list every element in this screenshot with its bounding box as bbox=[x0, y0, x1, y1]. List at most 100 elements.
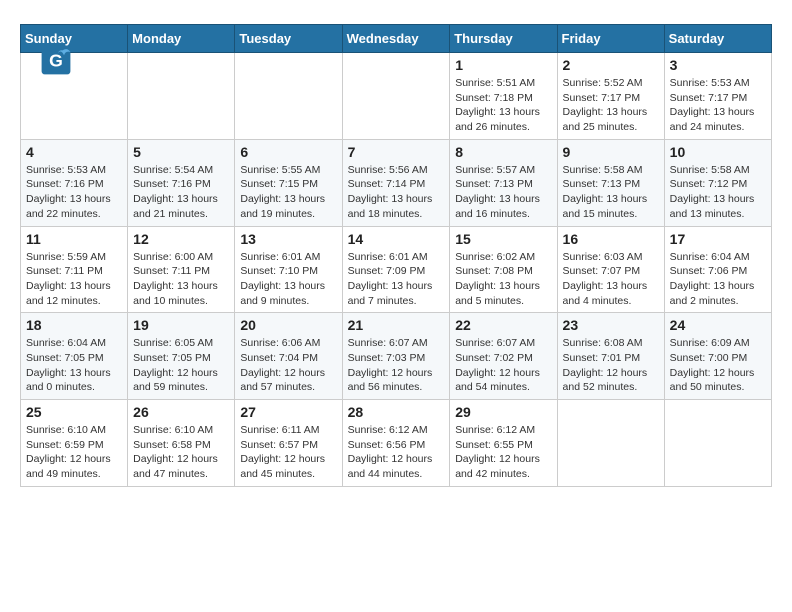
calendar-cell: 19 Sunrise: 6:05 AMSunset: 7:05 PMDayligh… bbox=[128, 313, 235, 400]
weekday-header-friday: Friday bbox=[557, 25, 664, 53]
day-info: Sunrise: 5:51 AMSunset: 7:18 PMDaylight:… bbox=[455, 76, 551, 135]
calendar-cell: 6 Sunrise: 5:55 AMSunset: 7:15 PMDaylight… bbox=[235, 139, 342, 226]
day-number: 2 bbox=[563, 57, 659, 73]
day-number: 29 bbox=[455, 404, 551, 420]
day-number: 12 bbox=[133, 231, 229, 247]
calendar-cell bbox=[342, 53, 450, 140]
calendar-cell: 3 Sunrise: 5:53 AMSunset: 7:17 PMDaylight… bbox=[664, 53, 771, 140]
day-info: Sunrise: 6:09 AMSunset: 7:00 PMDaylight:… bbox=[670, 336, 766, 395]
day-number: 8 bbox=[455, 144, 551, 160]
day-info: Sunrise: 5:53 AMSunset: 7:17 PMDaylight:… bbox=[670, 76, 766, 135]
day-number: 28 bbox=[348, 404, 445, 420]
weekday-header-monday: Monday bbox=[128, 25, 235, 53]
calendar-cell bbox=[128, 53, 235, 140]
calendar-cell: 27 Sunrise: 6:11 AMSunset: 6:57 PMDayligh… bbox=[235, 400, 342, 487]
day-number: 20 bbox=[240, 317, 336, 333]
day-number: 1 bbox=[455, 57, 551, 73]
calendar-cell: 1 Sunrise: 5:51 AMSunset: 7:18 PMDaylight… bbox=[450, 53, 557, 140]
day-info: Sunrise: 6:08 AMSunset: 7:01 PMDaylight:… bbox=[563, 336, 659, 395]
calendar-cell: 26 Sunrise: 6:10 AMSunset: 6:58 PMDayligh… bbox=[128, 400, 235, 487]
calendar-cell: 16 Sunrise: 6:03 AMSunset: 7:07 PMDayligh… bbox=[557, 226, 664, 313]
calendar-cell: 2 Sunrise: 5:52 AMSunset: 7:17 PMDaylight… bbox=[557, 53, 664, 140]
day-number: 11 bbox=[26, 231, 122, 247]
day-info: Sunrise: 6:07 AMSunset: 7:03 PMDaylight:… bbox=[348, 336, 445, 395]
day-number: 16 bbox=[563, 231, 659, 247]
day-number: 4 bbox=[26, 144, 122, 160]
day-info: Sunrise: 5:57 AMSunset: 7:13 PMDaylight:… bbox=[455, 163, 551, 222]
weekday-header-tuesday: Tuesday bbox=[235, 25, 342, 53]
day-number: 24 bbox=[670, 317, 766, 333]
calendar-cell: 24 Sunrise: 6:09 AMSunset: 7:00 PMDayligh… bbox=[664, 313, 771, 400]
day-info: Sunrise: 6:12 AMSunset: 6:55 PMDaylight:… bbox=[455, 423, 551, 482]
day-number: 21 bbox=[348, 317, 445, 333]
day-info: Sunrise: 6:02 AMSunset: 7:08 PMDaylight:… bbox=[455, 250, 551, 309]
calendar-cell: 29 Sunrise: 6:12 AMSunset: 6:55 PMDayligh… bbox=[450, 400, 557, 487]
day-number: 18 bbox=[26, 317, 122, 333]
weekday-header-saturday: Saturday bbox=[664, 25, 771, 53]
calendar-cell: 18 Sunrise: 6:04 AMSunset: 7:05 PMDayligh… bbox=[21, 313, 128, 400]
day-number: 9 bbox=[563, 144, 659, 160]
day-number: 15 bbox=[455, 231, 551, 247]
day-info: Sunrise: 6:10 AMSunset: 6:59 PMDaylight:… bbox=[26, 423, 122, 482]
logo-icon: G bbox=[40, 44, 72, 76]
calendar-cell: 4 Sunrise: 5:53 AMSunset: 7:16 PMDaylight… bbox=[21, 139, 128, 226]
day-number: 6 bbox=[240, 144, 336, 160]
calendar-cell: 17 Sunrise: 6:04 AMSunset: 7:06 PMDayligh… bbox=[664, 226, 771, 313]
day-info: Sunrise: 6:04 AMSunset: 7:05 PMDaylight:… bbox=[26, 336, 122, 395]
day-number: 14 bbox=[348, 231, 445, 247]
day-info: Sunrise: 6:07 AMSunset: 7:02 PMDaylight:… bbox=[455, 336, 551, 395]
calendar-cell: 22Sunrise: 6:07 AMSunset: 7:02 PMDayligh… bbox=[450, 313, 557, 400]
calendar-cell: 25 Sunrise: 6:10 AMSunset: 6:59 PMDayligh… bbox=[21, 400, 128, 487]
calendar-cell bbox=[235, 53, 342, 140]
calendar-cell: 9 Sunrise: 5:58 AMSunset: 7:13 PMDaylight… bbox=[557, 139, 664, 226]
day-info: Sunrise: 5:59 AMSunset: 7:11 PMDaylight:… bbox=[26, 250, 122, 309]
calendar-cell: 11 Sunrise: 5:59 AMSunset: 7:11 PMDayligh… bbox=[21, 226, 128, 313]
calendar-table: SundayMondayTuesdayWednesdayThursdayFrid… bbox=[20, 24, 772, 487]
day-info: Sunrise: 6:01 AMSunset: 7:10 PMDaylight:… bbox=[240, 250, 336, 309]
day-number: 7 bbox=[348, 144, 445, 160]
calendar-cell: 7 Sunrise: 5:56 AMSunset: 7:14 PMDaylight… bbox=[342, 139, 450, 226]
calendar-cell bbox=[664, 400, 771, 487]
calendar-cell: 10Sunrise: 5:58 AMSunset: 7:12 PMDayligh… bbox=[664, 139, 771, 226]
day-info: Sunrise: 6:12 AMSunset: 6:56 PMDaylight:… bbox=[348, 423, 445, 482]
day-number: 25 bbox=[26, 404, 122, 420]
day-number: 23 bbox=[563, 317, 659, 333]
day-info: Sunrise: 6:11 AMSunset: 6:57 PMDaylight:… bbox=[240, 423, 336, 482]
day-info: Sunrise: 6:10 AMSunset: 6:58 PMDaylight:… bbox=[133, 423, 229, 482]
calendar-cell: 12 Sunrise: 6:00 AMSunset: 7:11 PMDayligh… bbox=[128, 226, 235, 313]
calendar-cell: 15 Sunrise: 6:02 AMSunset: 7:08 PMDayligh… bbox=[450, 226, 557, 313]
day-number: 26 bbox=[133, 404, 229, 420]
day-info: Sunrise: 5:55 AMSunset: 7:15 PMDaylight:… bbox=[240, 163, 336, 222]
day-info: Sunrise: 5:56 AMSunset: 7:14 PMDaylight:… bbox=[348, 163, 445, 222]
calendar-cell: 5 Sunrise: 5:54 AMSunset: 7:16 PMDaylight… bbox=[128, 139, 235, 226]
day-info: Sunrise: 6:04 AMSunset: 7:06 PMDaylight:… bbox=[670, 250, 766, 309]
weekday-header-thursday: Thursday bbox=[450, 25, 557, 53]
calendar-cell: 21 Sunrise: 6:07 AMSunset: 7:03 PMDayligh… bbox=[342, 313, 450, 400]
day-info: Sunrise: 6:06 AMSunset: 7:04 PMDaylight:… bbox=[240, 336, 336, 395]
calendar-cell: 20 Sunrise: 6:06 AMSunset: 7:04 PMDayligh… bbox=[235, 313, 342, 400]
day-info: Sunrise: 5:53 AMSunset: 7:16 PMDaylight:… bbox=[26, 163, 122, 222]
calendar-cell: 13Sunrise: 6:01 AMSunset: 7:10 PMDayligh… bbox=[235, 226, 342, 313]
day-info: Sunrise: 5:54 AMSunset: 7:16 PMDaylight:… bbox=[133, 163, 229, 222]
day-number: 27 bbox=[240, 404, 336, 420]
day-number: 5 bbox=[133, 144, 229, 160]
day-info: Sunrise: 6:03 AMSunset: 7:07 PMDaylight:… bbox=[563, 250, 659, 309]
day-number: 17 bbox=[670, 231, 766, 247]
day-info: Sunrise: 6:01 AMSunset: 7:09 PMDaylight:… bbox=[348, 250, 445, 309]
calendar-cell: 8 Sunrise: 5:57 AMSunset: 7:13 PMDaylight… bbox=[450, 139, 557, 226]
calendar-cell bbox=[557, 400, 664, 487]
calendar-header-row: SundayMondayTuesdayWednesdayThursdayFrid… bbox=[21, 25, 772, 53]
calendar-cell: 14 Sunrise: 6:01 AMSunset: 7:09 PMDayligh… bbox=[342, 226, 450, 313]
day-info: Sunrise: 5:58 AMSunset: 7:13 PMDaylight:… bbox=[563, 163, 659, 222]
day-number: 3 bbox=[670, 57, 766, 73]
day-info: Sunrise: 6:00 AMSunset: 7:11 PMDaylight:… bbox=[133, 250, 229, 309]
logo: G bbox=[40, 44, 78, 76]
day-info: Sunrise: 6:05 AMSunset: 7:05 PMDaylight:… bbox=[133, 336, 229, 395]
day-number: 19 bbox=[133, 317, 229, 333]
day-info: Sunrise: 5:58 AMSunset: 7:12 PMDaylight:… bbox=[670, 163, 766, 222]
calendar-cell: 28 Sunrise: 6:12 AMSunset: 6:56 PMDayligh… bbox=[342, 400, 450, 487]
calendar-cell: 23 Sunrise: 6:08 AMSunset: 7:01 PMDayligh… bbox=[557, 313, 664, 400]
svg-text:G: G bbox=[49, 50, 63, 70]
weekday-header-wednesday: Wednesday bbox=[342, 25, 450, 53]
day-info: Sunrise: 5:52 AMSunset: 7:17 PMDaylight:… bbox=[563, 76, 659, 135]
